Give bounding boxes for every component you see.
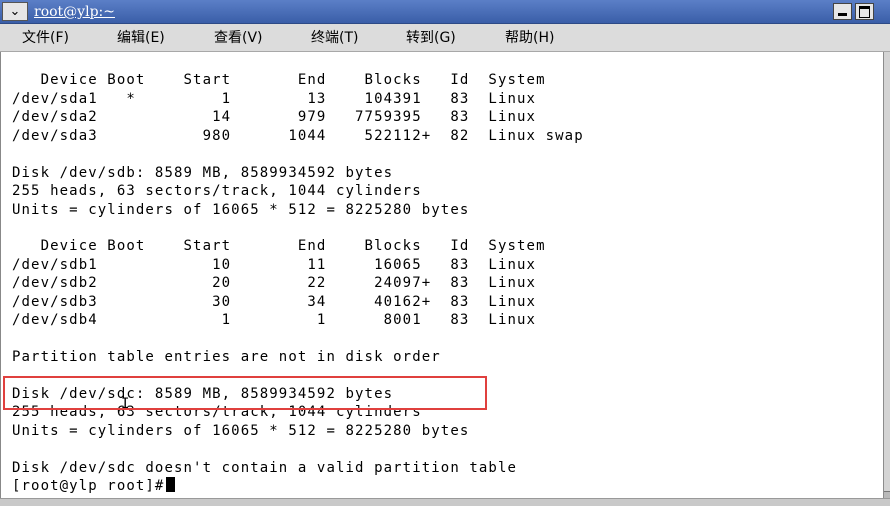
window-titlebar[interactable]: ⌄ root@ylp:~ bbox=[0, 0, 890, 24]
terminal-line: Device Boot Start End Blocks Id System bbox=[12, 238, 546, 254]
window-title: root@ylp:~ bbox=[34, 4, 115, 20]
menu-help[interactable]: 帮助(H) bbox=[505, 28, 554, 48]
terminal-output[interactable]: Device Boot Start End Blocks Id System /… bbox=[0, 52, 883, 498]
menu-bar: 文件(F) 编辑(E) 查看(V) 终端(T) 转到(G) 帮助(H) bbox=[0, 24, 890, 52]
terminal-line: Units = cylinders of 16065 * 512 = 82252… bbox=[12, 202, 470, 218]
terminal-line: Partition table entries are not in disk … bbox=[12, 349, 441, 365]
chevron-down-icon: ⌄ bbox=[9, 4, 21, 19]
terminal-line: /dev/sdb3 30 34 40162+ 83 Linux bbox=[12, 294, 537, 310]
terminal-line: Disk /dev/sdb: 8589 MB, 8589934592 bytes bbox=[12, 165, 394, 181]
ibeam-cursor-icon: I bbox=[121, 397, 129, 411]
menu-go[interactable]: 转到(G) bbox=[406, 28, 456, 48]
scrollbar-thumb[interactable] bbox=[884, 52, 890, 492]
window-menu-button[interactable]: ⌄ bbox=[2, 2, 28, 21]
red-highlight-box bbox=[3, 376, 487, 410]
terminal-line: /dev/sdb4 1 1 8001 83 Linux bbox=[12, 312, 537, 328]
scrollbar[interactable] bbox=[883, 52, 890, 498]
menu-view[interactable]: 查看(V) bbox=[214, 28, 263, 48]
terminal-line: Units = cylinders of 16065 * 512 = 82252… bbox=[12, 423, 470, 439]
menu-terminal[interactable]: 终端(T) bbox=[311, 28, 358, 48]
terminal-line: 255 heads, 63 sectors/track, 1044 cylind… bbox=[12, 183, 422, 199]
menu-edit[interactable]: 编辑(E) bbox=[117, 28, 165, 48]
terminal-line: /dev/sda3 980 1044 522112+ 82 Linux swap bbox=[12, 128, 584, 144]
maximize-button[interactable] bbox=[855, 3, 874, 20]
window-bottom-border bbox=[0, 498, 890, 506]
terminal-line: /dev/sdb2 20 22 24097+ 83 Linux bbox=[12, 275, 537, 291]
terminal-prompt-line[interactable]: [root@ylp root]# bbox=[12, 477, 176, 495]
terminal-line: Device Boot Start End Blocks Id System bbox=[12, 72, 546, 88]
terminal-line: /dev/sda1 * 1 13 104391 83 Linux bbox=[12, 91, 537, 107]
terminal-line: /dev/sda2 14 979 7759395 83 Linux bbox=[12, 109, 537, 125]
terminal-line: Disk /dev/sdc doesn't contain a valid pa… bbox=[12, 460, 518, 476]
minimize-button[interactable] bbox=[833, 3, 852, 20]
terminal-line: /dev/sdb1 10 11 16065 83 Linux bbox=[12, 257, 537, 273]
menu-file[interactable]: 文件(F) bbox=[22, 28, 69, 48]
shell-prompt: [root@ylp root]# bbox=[12, 478, 165, 494]
text-cursor bbox=[166, 477, 176, 492]
